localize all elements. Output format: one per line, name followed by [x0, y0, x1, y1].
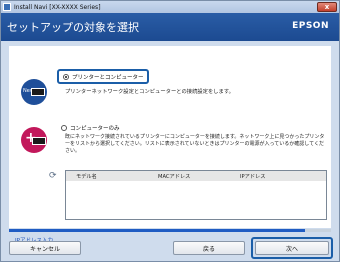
title-bar: Install Navi [XX-XXXX Series] x — [1, 1, 339, 13]
column-model-name: モデル名 — [76, 174, 97, 180]
refresh-icon[interactable]: ⟳ — [49, 171, 57, 181]
cancel-button[interactable]: キャンセル — [9, 241, 81, 255]
app-icon — [3, 3, 11, 11]
option-computer-only[interactable]: コンピューターのみ — [61, 124, 120, 132]
window-title: Install Navi [XX-XXXX Series] — [14, 3, 101, 11]
new-setup-icon: New — [21, 79, 47, 105]
column-mac-address: MACアドレス — [158, 174, 191, 180]
page-title: セットアップの対象を選択 — [7, 21, 139, 34]
option-printer-and-computer[interactable]: プリンターとコンピューター — [57, 69, 149, 84]
brand-logo: EPSON — [292, 21, 329, 31]
progress-bar — [9, 229, 331, 232]
option-description: プリンターネットワーク設定とコンピューターとの接続設定をします。 — [65, 89, 234, 95]
option-label: プリンターとコンピューター — [72, 74, 144, 81]
option-description: 既にネットワーク接続されているプリンターにコンピューターを接続します。ネットワー… — [65, 134, 325, 154]
computer-icon — [32, 137, 46, 145]
radio-printer-and-computer[interactable] — [63, 73, 69, 80]
main-panel: New プリンターとコンピューター プリンターネットワーク設定とコンピューターと… — [9, 46, 331, 228]
table-header: モデル名 MACアドレス IPアドレス — [66, 171, 326, 181]
progress-fill — [9, 229, 306, 232]
option-label: コンピューターのみ — [70, 126, 120, 132]
next-button[interactable]: 次へ — [255, 241, 329, 255]
printer-list-table[interactable]: モデル名 MACアドレス IPアドレス — [65, 170, 327, 220]
installer-window: Install Navi [XX-XXXX Series] x セットアップの対… — [0, 0, 340, 262]
close-window-button[interactable]: x — [317, 2, 337, 12]
back-button[interactable]: 戻る — [173, 241, 245, 255]
column-ip-address: IPアドレス — [240, 174, 266, 180]
add-computer-icon: + — [21, 127, 47, 153]
computer-icon — [31, 88, 45, 96]
page-header: セットアップの対象を選択 EPSON — [1, 13, 339, 41]
radio-computer-only[interactable] — [61, 125, 67, 131]
